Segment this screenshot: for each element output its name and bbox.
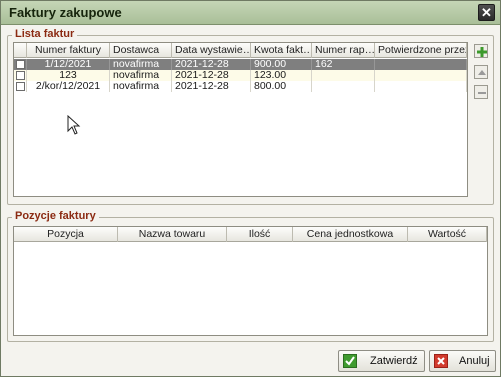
column-dostawca[interactable]: Dostawca xyxy=(110,43,172,58)
dialog-window: Faktury zakupowe ✕ Lista faktur Numer fa… xyxy=(0,0,501,377)
cell-kwota: 123.00 xyxy=(251,70,312,81)
cell-data: 2021-12-28 xyxy=(172,81,251,92)
column-numer-raportu[interactable]: Numer rap… xyxy=(312,43,375,58)
row-checkbox-cell xyxy=(14,70,27,81)
row-checkbox[interactable] xyxy=(16,60,25,69)
cell-dostawca: novafirma xyxy=(110,81,172,92)
invoice-table-header: Numer faktury Dostawca Data wystawie… Kw… xyxy=(14,43,467,58)
invoice-table[interactable]: Numer faktury Dostawca Data wystawie… Kw… xyxy=(13,42,468,197)
cell-kwota: 900.00 xyxy=(251,59,312,70)
cell-kwota: 800.00 xyxy=(251,81,312,92)
row-checkbox[interactable] xyxy=(16,71,25,80)
cell-data: 2021-12-28 xyxy=(172,59,251,70)
table-row[interactable]: 123 novafirma 2021-12-28 123.00 xyxy=(14,70,467,81)
check-icon xyxy=(343,354,357,368)
table-row[interactable]: 2/kor/12/2021 novafirma 2021-12-28 800.0… xyxy=(14,81,467,92)
cell-raport xyxy=(312,70,375,81)
cancel-button-label: Anuluj xyxy=(459,355,490,367)
invoice-list-legend: Lista faktur xyxy=(12,28,78,40)
invoice-items-table[interactable]: Pozycja Nazwa towaru Ilość Cena jednostk… xyxy=(13,226,488,336)
column-kwota-faktury[interactable]: Kwota fakt… xyxy=(251,43,312,58)
window-title: Faktury zakupowe xyxy=(9,5,122,20)
invoice-items-header: Pozycja Nazwa towaru Ilość Cena jednostk… xyxy=(14,227,487,242)
close-icon: ✕ xyxy=(481,5,492,20)
minus-icon xyxy=(478,92,486,94)
column-nazwa-towaru[interactable]: Nazwa towaru xyxy=(118,227,227,242)
cell-numer: 1/12/2021 xyxy=(27,59,110,70)
triangle-up-icon xyxy=(478,70,486,75)
confirm-button-label: Zatwierdź xyxy=(370,355,418,367)
column-pozycja[interactable]: Pozycja xyxy=(14,227,118,242)
title-bar[interactable]: Faktury zakupowe ✕ xyxy=(1,1,500,25)
column-ilosc[interactable]: Ilość xyxy=(227,227,293,242)
cell-potwierdzone xyxy=(375,70,467,81)
cell-numer: 123 xyxy=(27,70,110,81)
x-icon xyxy=(434,354,448,368)
invoice-items-legend: Pozycje faktury xyxy=(12,210,99,222)
cell-potwierdzone xyxy=(375,59,467,70)
plus-icon xyxy=(477,47,487,57)
row-checkbox[interactable] xyxy=(16,82,25,91)
cancel-button[interactable]: Anuluj xyxy=(429,350,496,372)
cell-raport: 162 xyxy=(312,59,375,70)
column-potwierdzone-przez[interactable]: Potwierdzone przez … xyxy=(375,43,467,58)
column-checkbox xyxy=(14,43,27,58)
column-numer-faktury[interactable]: Numer faktury xyxy=(27,43,110,58)
table-row[interactable]: 1/12/2021 novafirma 2021-12-28 900.00 16… xyxy=(14,59,467,70)
column-data-wystawienia[interactable]: Data wystawie… xyxy=(172,43,251,58)
remove-invoice-button[interactable] xyxy=(474,85,488,99)
cell-potwierdzone xyxy=(375,81,467,92)
cell-raport xyxy=(312,81,375,92)
cell-data: 2021-12-28 xyxy=(172,70,251,81)
cell-numer: 2/kor/12/2021 xyxy=(27,81,110,92)
cell-dostawca: novafirma xyxy=(110,59,172,70)
row-checkbox-cell xyxy=(14,59,27,70)
add-invoice-button[interactable] xyxy=(474,44,488,58)
mouse-cursor-icon xyxy=(67,115,81,135)
cell-dostawca: novafirma xyxy=(110,70,172,81)
close-button[interactable]: ✕ xyxy=(478,4,495,21)
move-up-button[interactable] xyxy=(474,65,488,79)
column-wartosc[interactable]: Wartość xyxy=(408,227,487,242)
row-checkbox-cell xyxy=(14,81,27,92)
confirm-button[interactable]: Zatwierdź xyxy=(338,350,425,372)
column-cena-jednostkowa[interactable]: Cena jednostkowa xyxy=(293,227,408,242)
